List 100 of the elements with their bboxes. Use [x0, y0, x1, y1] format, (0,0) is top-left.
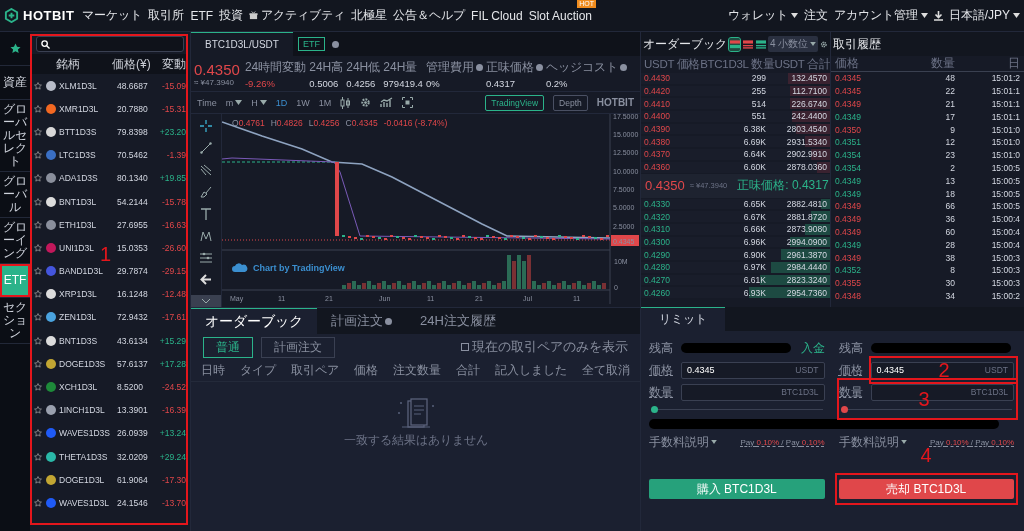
pair-tab[interactable]: BTC1D3L/USDT	[191, 32, 293, 56]
price-input[interactable]: 0.4345 USDT	[681, 361, 825, 379]
favorite-star-icon[interactable]	[34, 359, 42, 368]
favorite-star-icon[interactable]	[34, 452, 42, 461]
favorite-star-icon[interactable]	[34, 174, 42, 183]
help-icon[interactable]	[619, 63, 627, 71]
column-header[interactable]: 銘柄	[56, 55, 112, 73]
pattern-icon[interactable]	[200, 230, 212, 242]
measure-icon[interactable]	[200, 252, 212, 264]
checkbox-label[interactable]: 現在の取引ペアのみを表示	[472, 338, 628, 356]
caret-icon[interactable]	[1013, 13, 1020, 18]
book-view-button[interactable]	[742, 37, 753, 51]
nav-link[interactable]: Slot Auction	[528, 8, 593, 23]
fee-info-dropdown[interactable]: 手数料説明	[838, 433, 907, 451]
nav-link[interactable]: ETF	[190, 8, 214, 23]
nav-link[interactable]: ウォレット	[727, 7, 788, 24]
caret-icon[interactable]	[920, 13, 928, 18]
category-tab[interactable]: グローバルセレクト	[0, 100, 30, 172]
coin-name[interactable]: BAND1D3L	[59, 266, 115, 277]
nav-link[interactable]: FIL Cloud	[471, 8, 523, 23]
category-tab[interactable]: セクション	[0, 298, 30, 344]
favorite-star-icon[interactable]	[34, 313, 42, 322]
favorite-star-icon[interactable]	[34, 104, 42, 113]
interval-button[interactable]: 1M	[318, 97, 332, 108]
pitchfork-icon[interactable]	[200, 164, 212, 176]
orders-tab[interactable]: 24H注文履歴	[420, 312, 496, 330]
favorite-star-icon[interactable]	[34, 267, 42, 276]
coin-name[interactable]: XMR1D3L	[59, 103, 115, 114]
brush-icon[interactable]	[200, 186, 212, 198]
interval-button[interactable]: 1W	[296, 97, 310, 108]
coin-name[interactable]: DOGE1D3L	[59, 474, 115, 485]
checkbox[interactable]	[461, 343, 469, 351]
coin-name[interactable]: WAVES1D3L	[59, 497, 115, 508]
caret-icon[interactable]	[790, 13, 798, 18]
book-view-button[interactable]	[755, 37, 766, 51]
favorite-star-icon[interactable]	[34, 81, 42, 90]
fee-info-dropdown[interactable]: 手数料説明	[649, 433, 717, 451]
coin-name[interactable]: XRP1D3L	[59, 289, 115, 300]
column-header[interactable]: 価格(¥)	[112, 55, 158, 73]
order-type-button[interactable]: 普通	[203, 336, 253, 358]
favorite-star-icon[interactable]	[34, 498, 42, 507]
nav-link[interactable]: 投資	[219, 7, 244, 24]
favorite-star-icon[interactable]	[34, 243, 42, 252]
favorite-star-icon[interactable]	[34, 127, 42, 136]
coin-name[interactable]: BNT1D3L	[59, 196, 115, 207]
favorite-star-icon[interactable]	[34, 151, 42, 160]
precision-dropdown[interactable]: 4 小数位	[768, 36, 819, 52]
help-icon[interactable]	[535, 63, 543, 71]
favorite-star-icon[interactable]	[34, 290, 42, 299]
nav-link[interactable]: 取引所	[148, 7, 185, 24]
indicators-icon[interactable]	[380, 97, 394, 108]
amount-input[interactable]: BTC1D3L	[681, 383, 825, 401]
coin-name[interactable]: DOGE1D3S	[59, 358, 115, 369]
coin-name[interactable]: BTT1D3S	[59, 126, 115, 137]
slider-thumb[interactable]	[840, 406, 848, 413]
coin-name[interactable]: XCH1D3L	[59, 382, 115, 393]
coin-name[interactable]: 1INCH1D3L	[59, 405, 115, 416]
interval-button[interactable]: Time	[197, 97, 217, 108]
category-tab[interactable]: グローイング	[0, 218, 30, 264]
deposit-link[interactable]: 入金	[800, 339, 825, 357]
favorite-star-icon[interactable]	[34, 429, 42, 438]
coin-name[interactable]: ETH1D3L	[59, 219, 115, 230]
view-button[interactable]: TradingView	[485, 94, 545, 111]
favorite-star-icon[interactable]	[34, 475, 42, 484]
download-icon[interactable]	[933, 10, 943, 21]
submit-order-button[interactable]: 売却 BTC1D3L	[838, 479, 1014, 499]
settings-icon[interactable]	[360, 97, 372, 108]
favorite-star-icon[interactable]	[34, 220, 42, 229]
nav-link[interactable]: 公告＆ヘルプ	[393, 7, 466, 24]
favorite-star-icon[interactable]	[34, 406, 42, 415]
interval-button[interactable]: H	[251, 97, 267, 108]
coin-name[interactable]: BNT1D3S	[59, 335, 115, 346]
column-header[interactable]: 変動	[158, 55, 186, 73]
screenshot-icon[interactable]	[402, 97, 414, 108]
favorite-star-icon[interactable]	[34, 383, 42, 392]
text-tool-icon[interactable]	[200, 208, 212, 220]
search-field[interactable]	[36, 36, 184, 52]
orders-tab[interactable]: 計画注文	[331, 312, 383, 330]
help-icon[interactable]	[385, 317, 392, 325]
help-icon[interactable]	[331, 40, 339, 48]
coin-name[interactable]: WAVES1D3S	[59, 428, 115, 439]
nav-link[interactable]: マーケット	[82, 7, 143, 24]
candlestick-icon[interactable]	[340, 96, 352, 109]
view-button[interactable]: Depth	[553, 94, 588, 111]
back-arrow-icon[interactable]	[200, 274, 212, 285]
collapse-button[interactable]	[191, 295, 221, 307]
coin-name[interactable]: XLM1D3L	[59, 80, 115, 91]
coin-name[interactable]: ZEN1D3L	[59, 312, 115, 323]
nav-link[interactable]: 注文	[803, 7, 828, 24]
nav-link[interactable]: 北極星	[351, 7, 388, 24]
favorite-star-icon[interactable]	[34, 336, 42, 345]
book-view-button[interactable]	[729, 37, 740, 51]
nav-link[interactable]: 日本語/JPY	[948, 7, 1010, 24]
interval-button[interactable]: 1D	[275, 97, 288, 108]
coin-name[interactable]: LTC1D3S	[59, 150, 115, 161]
help-icon[interactable]	[475, 63, 483, 71]
brand-logo[interactable]: HOTBIT	[23, 8, 75, 23]
favorite-star-icon[interactable]	[34, 197, 42, 206]
order-type-button[interactable]: 計画注文	[261, 336, 335, 358]
order-mode-tab[interactable]: リミット	[641, 307, 725, 331]
